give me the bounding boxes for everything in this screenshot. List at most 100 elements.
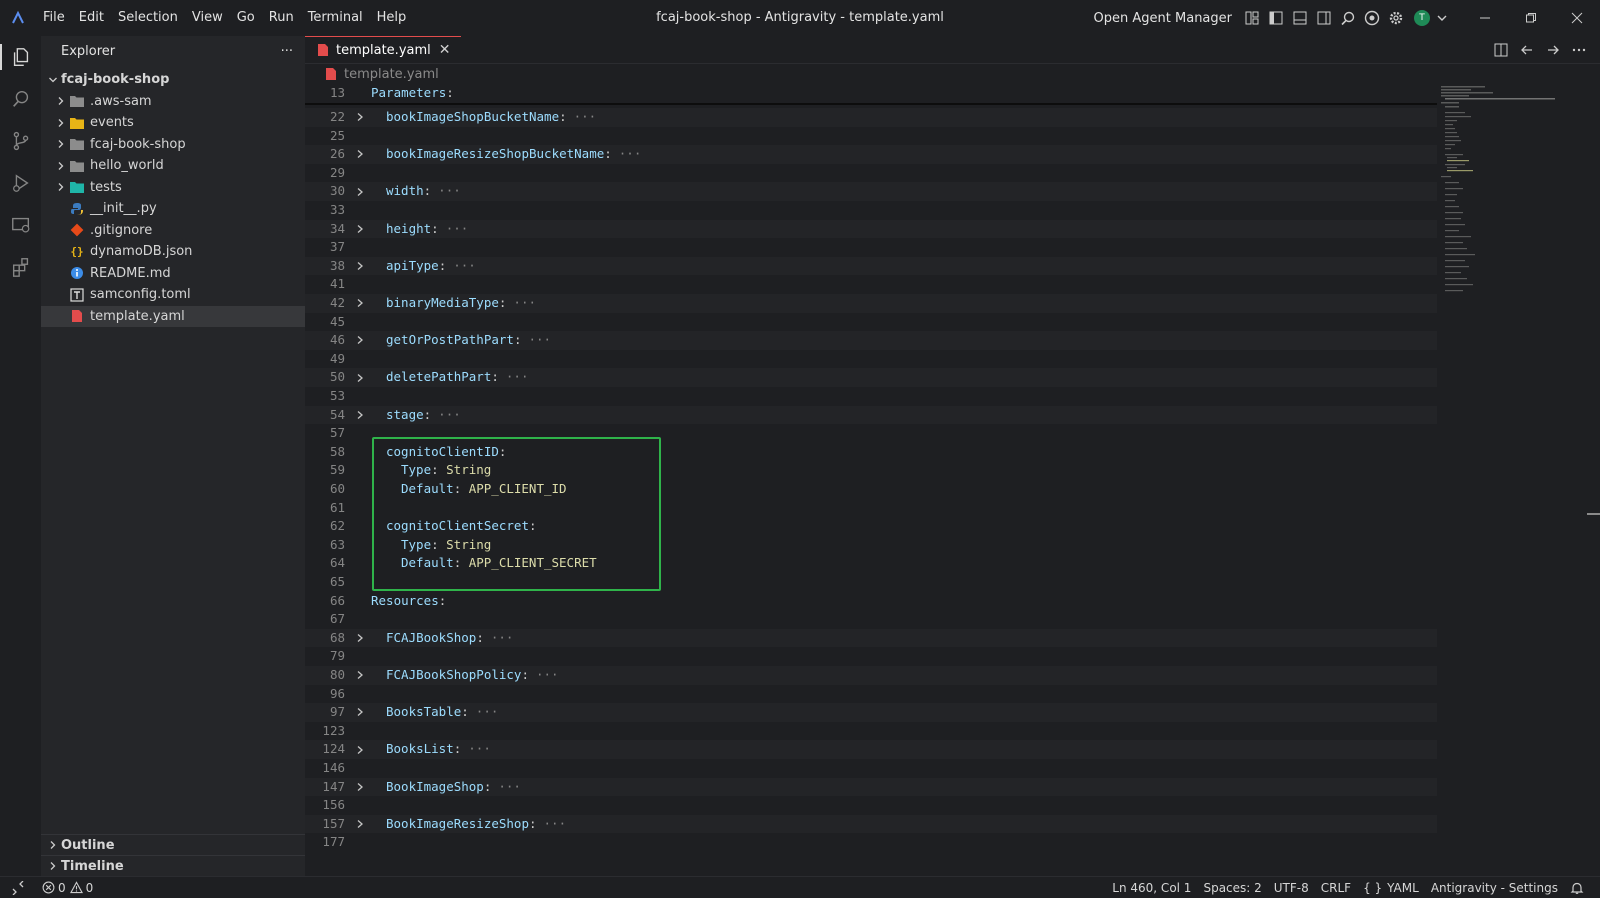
code-line[interactable]: 60 Default: APP_CLIENT_ID — [305, 480, 1437, 499]
code-line[interactable]: 49 — [305, 350, 1437, 369]
arrow-right-icon[interactable] — [1540, 38, 1566, 62]
tree-item-hello-world[interactable]: hello_world — [41, 155, 305, 177]
code-line[interactable]: 54 stage: ··· — [305, 405, 1437, 425]
explorer-files-icon[interactable] — [0, 36, 41, 78]
folded-ellipsis[interactable]: ··· — [528, 332, 551, 347]
indentation[interactable]: Spaces: 2 — [1197, 877, 1267, 898]
code-line[interactable]: 38 apiType: ··· — [305, 256, 1437, 276]
tree-item-events[interactable]: events — [41, 112, 305, 134]
toggle-secondary-sidebar-icon[interactable] — [1312, 6, 1336, 30]
code-line[interactable]: 41 — [305, 275, 1437, 294]
remote-indicator-icon[interactable] — [0, 877, 36, 898]
account-avatar[interactable]: T — [1414, 10, 1430, 26]
code-line[interactable]: 79 — [305, 647, 1437, 666]
fold-chevron-icon[interactable] — [353, 406, 367, 425]
outline-section-header[interactable]: Outline — [41, 834, 305, 855]
code-line[interactable]: 22 bookImageShopBucketName: ··· — [305, 108, 1437, 127]
code-line[interactable]: 45 — [305, 313, 1437, 332]
remote-explorer-icon[interactable] — [0, 204, 41, 246]
browser-icon[interactable] — [1360, 6, 1384, 30]
code-line[interactable]: 62 cognitoClientSecret: — [305, 517, 1437, 536]
fold-chevron-icon[interactable] — [353, 257, 367, 276]
menu-edit[interactable]: Edit — [72, 0, 111, 36]
code-line[interactable]: 124 BooksList: ··· — [305, 740, 1437, 759]
close-tab-icon[interactable]: ✕ — [439, 42, 451, 58]
code-line[interactable]: 53 — [305, 387, 1437, 406]
toggle-panel-icon[interactable] — [1288, 6, 1312, 30]
fold-chevron-icon[interactable] — [353, 740, 367, 759]
minimap[interactable] — [1441, 84, 1561, 294]
minimize-window-icon[interactable] — [1462, 0, 1508, 36]
code-line[interactable]: 29 — [305, 164, 1437, 183]
language-mode[interactable]: { } YAML — [1357, 877, 1425, 898]
code-line[interactable]: 42 binaryMediaType: ··· — [305, 294, 1437, 313]
tab-template-yaml[interactable]: template.yaml ✕ — [305, 36, 461, 63]
folded-ellipsis[interactable]: ··· — [491, 630, 514, 645]
menu-go[interactable]: Go — [230, 0, 262, 36]
code-line[interactable]: 177 — [305, 833, 1437, 852]
code-line[interactable]: 50 deletePathPart: ··· — [305, 368, 1437, 387]
fold-chevron-icon[interactable] — [353, 145, 367, 164]
folded-ellipsis[interactable]: ··· — [574, 109, 597, 124]
code-line[interactable]: 58 cognitoClientID: — [305, 443, 1437, 462]
bell-icon[interactable] — [1564, 877, 1590, 898]
menu-run[interactable]: Run — [262, 0, 301, 36]
tree-item-fcaj-book-shop[interactable]: fcaj-book-shop — [41, 134, 305, 156]
breadcrumb-file[interactable]: template.yaml — [344, 67, 439, 82]
encoding[interactable]: UTF-8 — [1268, 877, 1315, 898]
restore-window-icon[interactable] — [1508, 0, 1554, 36]
antigravity-settings[interactable]: Antigravity - Settings — [1425, 877, 1564, 898]
code-line[interactable]: 67 — [305, 610, 1437, 629]
folded-ellipsis[interactable]: ··· — [498, 779, 521, 794]
tree-item-init-py[interactable]: __init__.py — [41, 198, 305, 220]
tree-item-samconfig-toml[interactable]: samconfig.toml — [41, 284, 305, 306]
menu-view[interactable]: View — [185, 0, 230, 36]
scrollbar-cursor-marker[interactable] — [1587, 513, 1600, 515]
code-line[interactable]: 34 height: ··· — [305, 219, 1437, 239]
timeline-section-header[interactable]: Timeline — [41, 855, 305, 876]
code-line[interactable]: 146 — [305, 759, 1437, 778]
folded-ellipsis[interactable]: ··· — [476, 704, 499, 719]
explorer-more-actions-button[interactable]: ··· — [281, 44, 293, 59]
arrow-left-icon[interactable] — [1514, 38, 1540, 62]
end-of-line[interactable]: CRLF — [1315, 877, 1357, 898]
fold-chevron-icon[interactable] — [353, 294, 367, 313]
code-line[interactable]: 57 — [305, 424, 1437, 443]
search-icon[interactable] — [1336, 6, 1360, 30]
code-line[interactable]: 37 — [305, 238, 1437, 257]
tree-root-folder[interactable]: fcaj-book-shop — [41, 69, 305, 91]
tree-item-aws-sam[interactable]: .aws-sam — [41, 91, 305, 113]
menu-file[interactable]: File — [36, 0, 72, 36]
folded-ellipsis[interactable]: ··· — [619, 146, 642, 161]
code-line[interactable]: 64 Default: APP_CLIENT_SECRET — [305, 554, 1437, 573]
code-line[interactable]: 46 getOrPostPathPart: ··· — [305, 331, 1437, 350]
fold-chevron-icon[interactable] — [353, 815, 367, 834]
code-line[interactable]: 61 — [305, 499, 1437, 518]
menu-terminal[interactable]: Terminal — [301, 0, 370, 36]
code-line[interactable]: 147 BookImageShop: ··· — [305, 777, 1437, 797]
menu-help[interactable]: Help — [370, 0, 414, 36]
folded-ellipsis[interactable]: ··· — [453, 258, 476, 273]
folded-ellipsis[interactable]: ··· — [506, 369, 529, 384]
tree-item-gitignore[interactable]: .gitignore — [41, 220, 305, 242]
toggle-primary-sidebar-icon[interactable] — [1264, 6, 1288, 30]
folded-ellipsis[interactable]: ··· — [446, 221, 469, 236]
fold-chevron-icon[interactable] — [353, 666, 367, 685]
fold-chevron-icon[interactable] — [353, 703, 367, 722]
folded-ellipsis[interactable]: ··· — [544, 816, 567, 831]
gear-icon[interactable] — [1384, 6, 1408, 30]
folded-ellipsis[interactable]: ··· — [438, 183, 461, 198]
code-line[interactable]: 97 BooksTable: ··· — [305, 703, 1437, 722]
layout-customize-icon[interactable] — [1240, 6, 1264, 30]
more-actions-icon[interactable] — [1566, 38, 1592, 62]
fold-chevron-icon[interactable] — [353, 629, 367, 648]
code-line[interactable]: 80 FCAJBookShopPolicy: ··· — [305, 666, 1437, 685]
code-line[interactable]: 66 Resources: — [305, 592, 1437, 611]
fold-chevron-icon[interactable] — [353, 108, 367, 127]
close-window-icon[interactable] — [1554, 0, 1600, 36]
run-debug-icon[interactable] — [0, 162, 41, 204]
tree-item-tests[interactable]: tests — [41, 177, 305, 199]
chevron-down-icon[interactable] — [1430, 6, 1454, 30]
code-line[interactable]: 25 — [305, 127, 1437, 146]
problems-indicator[interactable]: 0 0 — [36, 877, 99, 898]
